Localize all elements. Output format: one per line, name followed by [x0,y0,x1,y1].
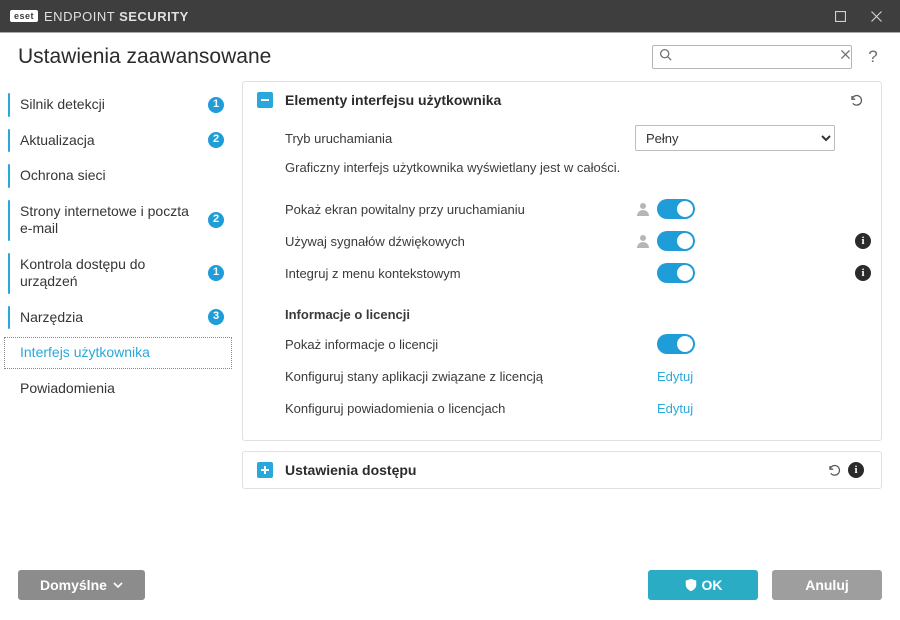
sidebar-item-device-control[interactable]: Kontrola dostępu do urządzeń 1 [0,247,238,300]
sidebar-item-tools[interactable]: Narzędzia 3 [0,300,238,336]
startup-mode-label: Tryb uruchamiania [285,131,635,146]
user-icon [635,201,651,217]
brand-badge: eset [10,10,38,22]
configure-states-label: Konfiguruj stany aplikacji związane z li… [285,369,635,384]
panel-title: Ustawienia dostępu [285,462,823,478]
brand-bold: SECURITY [119,9,189,24]
sidebar-badge: 2 [208,132,224,148]
panel-title: Elementy interfejsu użytkownika [285,92,845,108]
collapse-icon[interactable] [257,92,273,108]
ok-label: OK [702,577,723,593]
search-input[interactable] [676,49,835,65]
defaults-label: Domyślne [40,577,107,593]
info-icon[interactable]: i [848,462,864,478]
sidebar-badge: 1 [208,97,224,113]
license-subheader: Informacje o licencji [285,307,867,322]
content: Elementy interfejsu użytkownika Tryb uru… [238,77,882,556]
sidebar-item-web-email[interactable]: Strony internetowe i poczta e-mail 2 [0,194,238,247]
sidebar-item-label: Kontrola dostępu do urządzeń [20,256,202,291]
show-splash-label: Pokaż ekran powitalny przy uruchamianiu [285,202,635,217]
sidebar-item-label: Powiadomienia [20,380,224,398]
context-menu-toggle[interactable] [657,263,695,283]
configure-states-link[interactable]: Edytuj [657,369,693,384]
show-license-toggle[interactable] [657,334,695,354]
startup-mode-description: Graficzny interfejs użytkownika wyświetl… [285,160,867,175]
undo-icon[interactable] [845,92,867,108]
help-button[interactable]: ? [864,47,882,67]
brand-light: ENDPOINT [44,9,119,24]
sidebar-item-label: Aktualizacja [20,132,202,150]
titlebar: eset ENDPOINT SECURITY [0,0,900,32]
search-box[interactable] [652,45,852,69]
footer: Domyślne OK Anuluj [0,556,900,620]
startup-mode-select[interactable]: Pełny [635,125,835,151]
undo-icon[interactable] [823,462,845,478]
search-icon [659,48,672,66]
sidebar-item-network-protection[interactable]: Ochrona sieci [0,158,238,194]
sidebar-item-label: Narzędzia [20,309,202,327]
sidebar: Silnik detekcji 1 Aktualizacja 2 Ochrona… [0,77,238,556]
info-icon[interactable]: i [855,233,871,249]
ok-button[interactable]: OK [648,570,758,600]
sidebar-item-detection-engine[interactable]: Silnik detekcji 1 [0,87,238,123]
window-close-button[interactable] [858,0,894,32]
panel-access-settings: Ustawienia dostępu i [242,451,882,489]
sidebar-item-user-interface[interactable]: Interfejs użytkownika [0,335,238,371]
sidebar-item-update[interactable]: Aktualizacja 2 [0,123,238,159]
sidebar-badge: 2 [208,212,224,228]
sidebar-item-label: Interfejs użytkownika [20,344,224,362]
info-icon[interactable]: i [855,265,871,281]
sidebar-item-label: Silnik detekcji [20,96,202,114]
cancel-label: Anuluj [805,577,849,593]
sidebar-badge: 3 [208,309,224,325]
window-maximize-button[interactable] [822,0,858,32]
cancel-button[interactable]: Anuluj [772,570,882,600]
defaults-button[interactable]: Domyślne [18,570,145,600]
page-title: Ustawienia zaawansowane [18,45,652,69]
chevron-down-icon [113,577,123,593]
context-menu-label: Integruj z menu kontekstowym [285,266,635,281]
sidebar-badge: 1 [208,265,224,281]
shield-icon [684,578,698,592]
user-icon [635,233,651,249]
show-license-label: Pokaż informacje o licencji [285,337,635,352]
header: Ustawienia zaawansowane ? [0,33,900,77]
sidebar-item-notifications[interactable]: Powiadomienia [0,371,238,407]
search-clear-icon[interactable] [839,48,852,66]
panel-ui-elements: Elementy interfejsu użytkownika Tryb uru… [242,81,882,441]
sidebar-item-label: Ochrona sieci [20,167,224,185]
brand-text: ENDPOINT SECURITY [44,9,189,24]
expand-icon[interactable] [257,462,273,478]
sidebar-item-label: Strony internetowe i poczta e-mail [20,203,202,238]
configure-notifications-link[interactable]: Edytuj [657,401,693,416]
configure-notifications-label: Konfiguruj powiadomienia o licencjach [285,401,635,416]
show-splash-toggle[interactable] [657,199,695,219]
use-sounds-label: Używaj sygnałów dźwiękowych [285,234,635,249]
use-sounds-toggle[interactable] [657,231,695,251]
